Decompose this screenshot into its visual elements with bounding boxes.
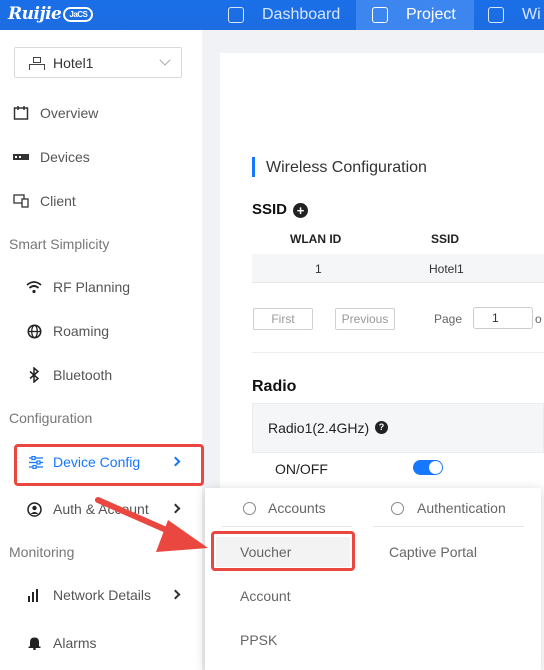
annotation-arrow xyxy=(95,497,208,552)
